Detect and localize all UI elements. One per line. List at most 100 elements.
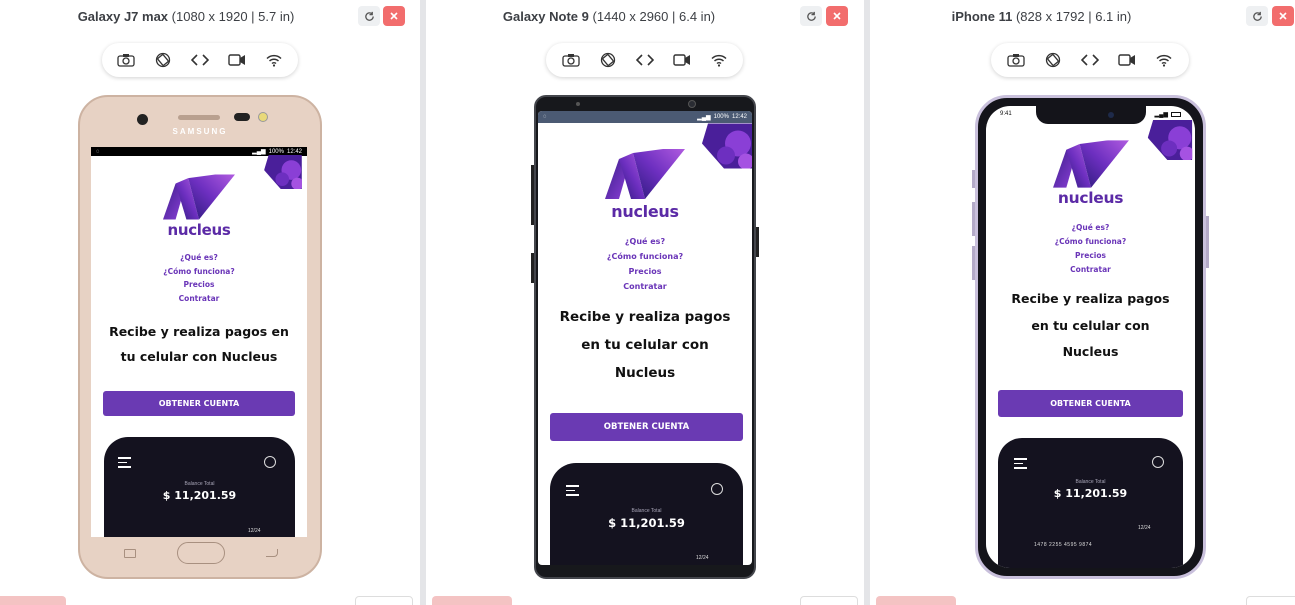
device-title: Galaxy J7 max (1080 x 1920 | 5.7 in) (0, 9, 372, 24)
nav-link-contratar[interactable]: Contratar (91, 292, 307, 306)
user-icon[interactable] (711, 483, 723, 495)
brand-name: nucleus (611, 202, 679, 221)
side-button (531, 165, 534, 225)
nav-link-precios[interactable]: Precios (986, 249, 1195, 263)
user-icon[interactable] (264, 456, 276, 468)
footer-badge (0, 596, 66, 605)
rotate-button[interactable] (1038, 46, 1068, 74)
headline-line: en tu celular con (1031, 317, 1150, 333)
code-button[interactable] (1075, 46, 1105, 74)
nucleus-logo (163, 174, 235, 220)
nav-link-contratar[interactable]: Contratar (538, 279, 752, 294)
battery-level: 100% (713, 114, 729, 120)
rotate-panel-button[interactable] (358, 6, 380, 26)
phone-screen: ◌ ▂▄▆ 100% 12:42 nucleus ¿Qué es? ¿Cómo fu… (91, 147, 307, 537)
sensor (234, 113, 250, 121)
screenshot-button[interactable] (556, 46, 586, 74)
battery-icon (1171, 111, 1181, 117)
record-button[interactable] (1112, 46, 1142, 74)
hamburger-icon[interactable] (566, 485, 579, 499)
footer-control[interactable] (1246, 596, 1295, 605)
camera-icon (117, 54, 136, 67)
record-button[interactable] (222, 46, 252, 74)
balance-label: Balance Total (184, 481, 215, 487)
rotate-button[interactable] (148, 46, 178, 74)
close-panel-button[interactable] (383, 6, 405, 26)
brand-name: nucleus (1057, 189, 1124, 207)
record-button[interactable] (667, 46, 697, 74)
obtener-cuenta-button[interactable]: OBTENER CUENTA (103, 391, 295, 416)
code-button[interactable] (630, 46, 660, 74)
balance-card: Balance Total $ 11,201.59 12/24 1478 225… (998, 438, 1183, 568)
side-button (972, 246, 975, 280)
rotate-button[interactable] (593, 46, 623, 74)
frame-brand: SAMSUNG (172, 127, 228, 136)
obtener-cuenta-button[interactable]: OBTENER CUENTA (550, 413, 743, 441)
code-icon (190, 54, 209, 66)
device-toolbar (102, 43, 298, 77)
close-panel-button[interactable] (1272, 6, 1294, 26)
balance-amount: $ 11,201.59 (162, 489, 237, 502)
video-icon (228, 54, 245, 66)
footer-control[interactable] (355, 596, 413, 605)
earpiece (178, 115, 220, 120)
panel-header: Galaxy J7 max (1080 x 1920 | 5.7 in) (0, 6, 420, 28)
obtener-cuenta-button[interactable]: OBTENER CUENTA (998, 390, 1183, 417)
close-icon (1279, 12, 1287, 20)
footer-badge (876, 596, 956, 605)
video-icon (672, 54, 690, 66)
nav-link-que-es[interactable]: ¿Qué es? (538, 234, 752, 249)
nav-link-precios[interactable]: Precios (91, 278, 307, 292)
balance-amount: $ 11,201.59 (608, 516, 685, 530)
status-time: 9:41 (1000, 111, 1012, 117)
video-icon (1118, 54, 1136, 66)
hero-headline: Recibe y realiza pagos en tu celular con… (95, 319, 303, 369)
close-icon (390, 12, 398, 20)
screenshot-button[interactable] (1001, 46, 1031, 74)
device-panel-iphone-11: iPhone 11 (828 x 1792 | 6.1 in) 9:41 ▂▄▆ (870, 0, 1295, 605)
network-button[interactable] (1149, 46, 1179, 74)
corner-decoration (702, 123, 752, 169)
device-specs: (1080 x 1920 | 5.7 in) (171, 9, 295, 24)
network-button[interactable] (259, 46, 289, 74)
wifi-icon (266, 54, 282, 67)
footer-control[interactable] (800, 596, 858, 605)
status-time: 12:42 (286, 148, 302, 155)
side-button (972, 202, 975, 236)
nav-link-precios[interactable]: Precios (538, 264, 752, 279)
phone-screen: ◌ ▂▄▆ 100% 12:42 nucleus ¿Qué es? ¿Cómo fu… (538, 111, 752, 565)
device-title: iPhone 11 (828 x 1792 | 6.1 in) (870, 9, 1213, 24)
site-nav: ¿Qué es? ¿Cómo funciona? Precios Contrat… (91, 251, 307, 305)
network-button[interactable] (704, 46, 734, 74)
nav-link-como-funciona[interactable]: ¿Cómo funciona? (91, 265, 307, 279)
close-panel-button[interactable] (826, 6, 848, 26)
nav-link-que-es[interactable]: ¿Qué es? (986, 221, 1195, 235)
code-button[interactable] (185, 46, 215, 74)
nav-link-contratar[interactable]: Contratar (986, 263, 1195, 277)
signal-icon: ▂▄▆ (252, 149, 266, 155)
side-button (531, 253, 534, 283)
screenshot-button[interactable] (111, 46, 141, 74)
balance-label: Balance Total (1075, 479, 1106, 485)
hamburger-icon[interactable] (118, 457, 131, 471)
rotate-panel-button[interactable] (1246, 6, 1268, 26)
side-button (756, 227, 759, 257)
headline-line: Recibe y realiza pagos en (109, 324, 289, 339)
user-icon[interactable] (1152, 456, 1164, 468)
hamburger-icon[interactable] (1014, 458, 1027, 472)
headline-line: Recibe y realiza pagos (559, 309, 731, 325)
hero-headline: Recibe y realiza pagos en tu celular con… (544, 303, 746, 387)
nav-link-como-funciona[interactable]: ¿Cómo funciona? (538, 249, 752, 264)
brand-name: nucleus (167, 221, 231, 239)
footer-badge (432, 596, 512, 605)
headline-line: en tu celular con (581, 337, 709, 353)
device-panel-galaxy-j7: Galaxy J7 max (1080 x 1920 | 5.7 in) SAM… (0, 0, 420, 605)
nucleus-logo (1053, 139, 1129, 189)
rotate-panel-button[interactable] (800, 6, 822, 26)
nav-link-que-es[interactable]: ¿Qué es? (91, 251, 307, 265)
card-expiry: 12/24 (1138, 525, 1151, 531)
nav-link-como-funciona[interactable]: ¿Cómo funciona? (986, 235, 1195, 249)
device-name: iPhone 11 (951, 9, 1013, 24)
refresh-icon (806, 11, 816, 21)
rotate-icon (600, 52, 615, 68)
